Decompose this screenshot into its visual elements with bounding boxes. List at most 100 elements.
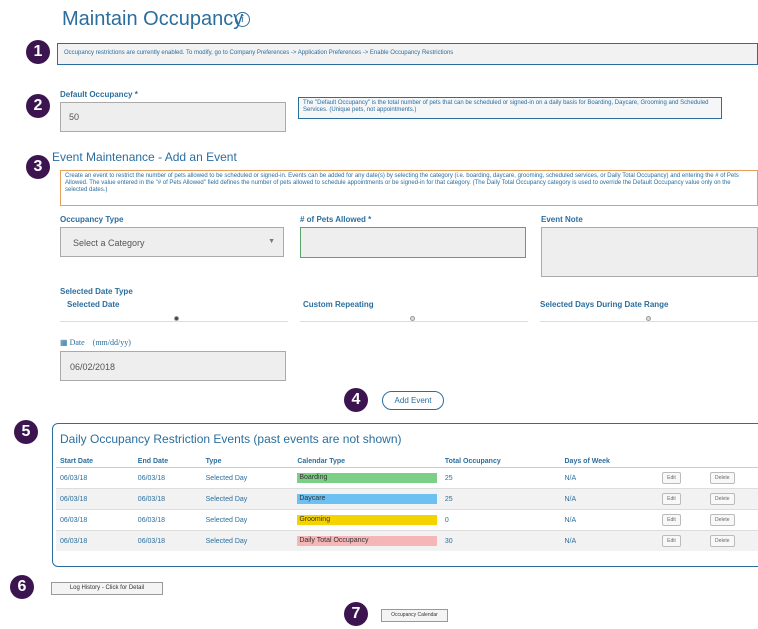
- step-badge-6: 6: [10, 575, 34, 599]
- page-title: Maintain Occupancy: [62, 8, 243, 31]
- type-cell: Selected Day: [201, 467, 294, 489]
- days-of-week-cell: N/A: [560, 488, 659, 510]
- table-row: 06/03/18 06/03/18 Selected Day Daily Tot…: [56, 530, 758, 551]
- divider: [540, 321, 758, 322]
- type-cell: Selected Day: [201, 530, 294, 551]
- default-occupancy-help: The "Default Occupancy" is the total num…: [298, 97, 722, 119]
- calendar-icon: ▦: [60, 338, 68, 347]
- calendar-type-cell: Daycare: [293, 488, 441, 510]
- date-type-custom-repeating-label: Custom Repeating: [303, 300, 374, 309]
- default-occupancy-label: Default Occupancy *: [60, 90, 138, 99]
- step-badge-4: 4: [344, 388, 368, 412]
- occupancy-notice: Occupancy restrictions are currently ena…: [57, 43, 758, 65]
- date-format-hint: (mm/dd/yy): [92, 338, 131, 347]
- date-value: 06/02/2018: [70, 362, 116, 372]
- type-cell: Selected Day: [201, 509, 294, 531]
- delete-cell: Delete: [706, 467, 758, 489]
- start-date-cell: 06/03/18: [56, 530, 134, 551]
- delete-button[interactable]: Delete: [710, 472, 735, 484]
- days-of-week-cell: N/A: [560, 530, 659, 551]
- table-row: 06/03/18 06/03/18 Selected Day Grooming …: [56, 509, 758, 531]
- log-history-button[interactable]: Log History - Click for Detail: [51, 582, 163, 595]
- edit-button[interactable]: Edit: [662, 493, 681, 505]
- delete-cell: Delete: [706, 509, 758, 531]
- step-badge-7: 7: [344, 602, 368, 626]
- event-note-textarea[interactable]: [541, 227, 758, 277]
- end-date-cell: 06/03/18: [133, 467, 202, 489]
- default-occupancy-help-text: The "Default Occupancy" is the total num…: [303, 100, 709, 113]
- date-label: Date: [69, 338, 85, 347]
- delete-button[interactable]: Delete: [710, 493, 735, 505]
- delete-cell: Delete: [706, 488, 758, 510]
- calendar-type-cell: Boarding: [293, 467, 441, 489]
- type-cell: Selected Day: [201, 488, 294, 510]
- date-input[interactable]: 06/02/2018: [60, 351, 286, 381]
- date-type-label: Selected Date Type: [60, 287, 133, 296]
- pets-allowed-label: # of Pets Allowed *: [300, 215, 372, 224]
- total-occupancy-cell: 25: [440, 488, 561, 510]
- calendar-type-cell: Grooming: [293, 509, 441, 531]
- default-occupancy-value: 50: [69, 112, 80, 122]
- days-of-week-cell: N/A: [560, 467, 659, 489]
- event-description: Create an event to restrict the number o…: [60, 170, 758, 206]
- add-event-button[interactable]: Add Event: [382, 391, 444, 410]
- info-icon[interactable]: i: [235, 12, 250, 27]
- delete-cell: Delete: [706, 530, 758, 551]
- col-edit: [658, 455, 707, 468]
- step-badge-5: 5: [14, 420, 38, 444]
- event-note-label: Event Note: [541, 215, 583, 224]
- delete-button[interactable]: Delete: [710, 514, 735, 526]
- occupancy-type-select[interactable]: Select a Category ▼: [60, 227, 284, 257]
- col-days-of-week: Days of Week: [560, 455, 659, 468]
- step-badge-1: 1: [26, 40, 50, 64]
- col-start-date: Start Date: [56, 455, 134, 468]
- total-occupancy-cell: 0: [440, 509, 561, 531]
- col-end-date: End Date: [133, 455, 202, 468]
- end-date-cell: 06/03/18: [133, 488, 202, 510]
- occupancy-type-value: Select a Category: [73, 238, 145, 248]
- step-badge-3: 3: [26, 155, 50, 179]
- table-row: 06/03/18 06/03/18 Selected Day Daycare 2…: [56, 488, 758, 510]
- edit-button[interactable]: Edit: [662, 472, 681, 484]
- chevron-down-icon: ▼: [268, 238, 275, 245]
- start-date-cell: 06/03/18: [56, 488, 134, 510]
- events-table-wrapper: Start Date End Date Type Calendar Type T…: [56, 455, 758, 551]
- edit-cell: Edit: [658, 488, 707, 510]
- divider: [300, 321, 528, 322]
- calendar-type-swatch: Boarding: [297, 473, 437, 483]
- edit-cell: Edit: [658, 530, 707, 551]
- notice-text: Occupancy restrictions are currently ena…: [64, 50, 454, 56]
- table-row: 06/03/18 06/03/18 Selected Day Boarding …: [56, 467, 758, 489]
- occupancy-calendar-button[interactable]: Occupancy Calendar: [381, 609, 448, 622]
- date-type-date-range-label: Selected Days During Date Range: [540, 300, 669, 309]
- pets-allowed-input[interactable]: [300, 227, 526, 258]
- start-date-cell: 06/03/18: [56, 509, 134, 531]
- step-badge-2: 2: [26, 94, 50, 118]
- calendar-type-cell: Daily Total Occupancy: [293, 530, 441, 551]
- divider: [60, 321, 288, 322]
- date-label-group: ▦ Date (mm/dd/yy): [60, 338, 131, 347]
- total-occupancy-cell: 30: [440, 530, 561, 551]
- date-type-selected-date-label: Selected Date: [67, 300, 120, 309]
- edit-button[interactable]: Edit: [662, 514, 681, 526]
- events-table: Start Date End Date Type Calendar Type T…: [56, 455, 758, 551]
- event-description-text: Create an event to restrict the number o…: [65, 173, 739, 193]
- edit-button[interactable]: Edit: [662, 535, 681, 547]
- edit-cell: Edit: [658, 467, 707, 489]
- events-table-title: Daily Occupancy Restriction Events (past…: [60, 432, 402, 446]
- default-occupancy-input[interactable]: 50: [60, 102, 286, 132]
- occupancy-type-label: Occupancy Type: [60, 215, 124, 224]
- calendar-type-swatch: Grooming: [297, 515, 437, 525]
- edit-cell: Edit: [658, 509, 707, 531]
- event-section-title: Event Maintenance - Add an Event: [52, 150, 237, 164]
- calendar-type-swatch: Daily Total Occupancy: [297, 536, 437, 546]
- col-delete: [706, 455, 758, 468]
- total-occupancy-cell: 25: [440, 467, 561, 489]
- col-type: Type: [201, 455, 294, 468]
- calendar-type-swatch: Daycare: [297, 494, 437, 504]
- end-date-cell: 06/03/18: [133, 530, 202, 551]
- end-date-cell: 06/03/18: [133, 509, 202, 531]
- delete-button[interactable]: Delete: [710, 535, 735, 547]
- col-calendar-type: Calendar Type: [293, 455, 441, 468]
- page-title-text: Maintain Occupancy: [62, 8, 244, 30]
